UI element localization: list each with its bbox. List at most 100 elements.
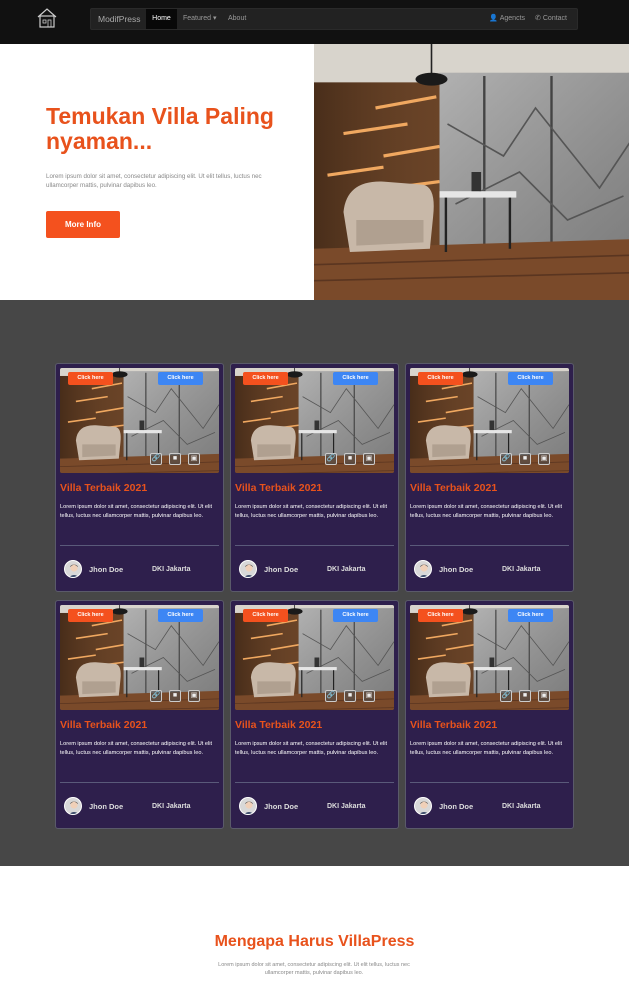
location-label: DKI Jakarta [502, 803, 541, 810]
nav-agents[interactable]: 👤 Agencts [489, 9, 525, 29]
villa-card[interactable]: Click here Click here 🔗 ■ ▣ Villa Terbaik … [230, 600, 399, 829]
card-title[interactable]: Villa Terbaik 2021 [235, 719, 322, 731]
video-icon[interactable]: ■ [344, 453, 356, 465]
author-name: Jhon Doe [264, 802, 299, 811]
location-label: DKI Jakarta [327, 803, 366, 810]
card-title[interactable]: Villa Terbaik 2021 [235, 482, 322, 494]
card-description: Lorem ipsum dolor sit amet, consectetur … [235, 504, 388, 519]
click-here-button-blue[interactable]: Click here [158, 372, 203, 385]
location-label: DKI Jakarta [327, 566, 366, 573]
why-title: Mengapa Harus VillaPress [214, 933, 415, 950]
villa-card[interactable]: Click here Click here 🔗 ■ ▣ Villa Terbaik … [405, 363, 574, 592]
villa-card[interactable]: Click here Click here 🔗 ■ ▣ Villa Terbaik … [405, 600, 574, 829]
click-here-button-blue[interactable]: Click here [333, 609, 378, 622]
click-here-button-red[interactable]: Click here [68, 372, 113, 385]
villa-cards-section: Click here Click here 🔗 ■ ▣ Villa Terbaik … [0, 300, 629, 866]
brand-link[interactable]: ModifPress [98, 14, 141, 24]
click-here-button-red[interactable]: Click here [243, 372, 288, 385]
avatar [64, 797, 82, 815]
card-image: Click here Click here 🔗 ■ ▣ [235, 605, 394, 710]
click-here-button-blue[interactable]: Click here [508, 372, 553, 385]
more-info-button[interactable]: More Info [46, 211, 120, 238]
author-name: Jhon Doe [264, 565, 299, 574]
card-divider [410, 545, 569, 546]
villa-card[interactable]: Click here Click here 🔗 ■ ▣ Villa Terbaik … [230, 363, 399, 592]
link-icon[interactable]: 🔗 [325, 453, 337, 465]
video-icon[interactable]: ■ [344, 690, 356, 702]
hero-section: Temukan Villa Paling nyaman... Lorem ips… [0, 44, 629, 300]
click-here-button-red[interactable]: Click here [68, 609, 113, 622]
villa-card[interactable]: Click here Click here 🔗 ■ ▣ Villa Terbaik … [55, 363, 224, 592]
click-here-button-red[interactable]: Click here [418, 609, 463, 622]
gallery-icon[interactable]: ▣ [188, 690, 200, 702]
nav-about[interactable]: About [228, 9, 246, 29]
gallery-icon[interactable]: ▣ [363, 690, 375, 702]
card-description: Lorem ipsum dolor sit amet, consectetur … [410, 504, 563, 519]
nav-featured-dropdown[interactable]: Featured ▾ [183, 9, 216, 29]
video-icon[interactable]: ■ [519, 690, 531, 702]
user-icon: 👤 [489, 15, 498, 22]
card-divider [410, 782, 569, 783]
gallery-icon[interactable]: ▣ [538, 453, 550, 465]
card-description: Lorem ipsum dolor sit amet, consectetur … [235, 741, 388, 756]
avatar [239, 797, 257, 815]
click-here-button-blue[interactable]: Click here [158, 609, 203, 622]
card-image: Click here Click here 🔗 ■ ▣ [410, 605, 569, 710]
card-title[interactable]: Villa Terbaik 2021 [410, 482, 497, 494]
click-here-button-blue[interactable]: Click here [508, 609, 553, 622]
link-icon[interactable]: 🔗 [150, 690, 162, 702]
nav-bar: ModifPress Home Featured ▾ About 👤 Agenct… [90, 8, 578, 30]
top-navbar: ModifPress Home Featured ▾ About 👤 Agenct… [0, 0, 629, 44]
hero-description: Lorem ipsum dolor sit amet, consectetur … [46, 173, 262, 189]
link-icon[interactable]: 🔗 [325, 690, 337, 702]
author-name: Jhon Doe [439, 802, 474, 811]
link-icon[interactable]: 🔗 [150, 453, 162, 465]
card-image: Click here Click here 🔗 ■ ▣ [410, 368, 569, 473]
card-image: Click here Click here 🔗 ■ ▣ [60, 368, 219, 473]
card-divider [60, 545, 219, 546]
card-title[interactable]: Villa Terbaik 2021 [410, 719, 497, 731]
hero-title: Temukan Villa Paling nyaman... [46, 103, 274, 154]
nav-contact-label: Contact [542, 15, 567, 22]
card-description: Lorem ipsum dolor sit amet, consectetur … [60, 504, 213, 519]
location-label: DKI Jakarta [152, 566, 191, 573]
location-label: DKI Jakarta [152, 803, 191, 810]
avatar [414, 560, 432, 578]
why-description: Lorem ipsum dolor sit amet, consectetur … [218, 962, 410, 976]
nav-home[interactable]: Home [146, 9, 177, 29]
location-label: DKI Jakarta [502, 566, 541, 573]
nav-agents-label: Agencts [499, 15, 526, 22]
villa-card[interactable]: Click here Click here 🔗 ■ ▣ Villa Terbaik … [55, 600, 224, 829]
gallery-icon[interactable]: ▣ [538, 690, 550, 702]
avatar [64, 560, 82, 578]
card-title[interactable]: Villa Terbaik 2021 [60, 482, 147, 494]
card-title[interactable]: Villa Terbaik 2021 [60, 719, 147, 731]
author-name: Jhon Doe [439, 565, 474, 574]
card-image: Click here Click here 🔗 ■ ▣ [235, 368, 394, 473]
phone-icon: ✆ [535, 15, 541, 22]
nav-contact[interactable]: ✆ Contact [535, 9, 567, 29]
gallery-icon[interactable]: ▣ [363, 453, 375, 465]
video-icon[interactable]: ■ [169, 453, 181, 465]
video-icon[interactable]: ■ [169, 690, 181, 702]
card-divider [235, 545, 394, 546]
click-here-button-red[interactable]: Click here [418, 372, 463, 385]
card-description: Lorem ipsum dolor sit amet, consectetur … [60, 741, 213, 756]
author-name: Jhon Doe [89, 565, 124, 574]
avatar [414, 797, 432, 815]
avatar [239, 560, 257, 578]
card-divider [235, 782, 394, 783]
card-image: Click here Click here 🔗 ■ ▣ [60, 605, 219, 710]
card-description: Lorem ipsum dolor sit amet, consectetur … [410, 741, 563, 756]
link-icon[interactable]: 🔗 [500, 453, 512, 465]
video-icon[interactable]: ■ [519, 453, 531, 465]
click-here-button-red[interactable]: Click here [243, 609, 288, 622]
house-logo-icon[interactable] [36, 6, 58, 30]
card-divider [60, 782, 219, 783]
click-here-button-blue[interactable]: Click here [333, 372, 378, 385]
author-name: Jhon Doe [89, 802, 124, 811]
why-section: Mengapa Harus VillaPress Lorem ipsum dol… [0, 866, 629, 1001]
hero-image [314, 44, 629, 300]
gallery-icon[interactable]: ▣ [188, 453, 200, 465]
link-icon[interactable]: 🔗 [500, 690, 512, 702]
